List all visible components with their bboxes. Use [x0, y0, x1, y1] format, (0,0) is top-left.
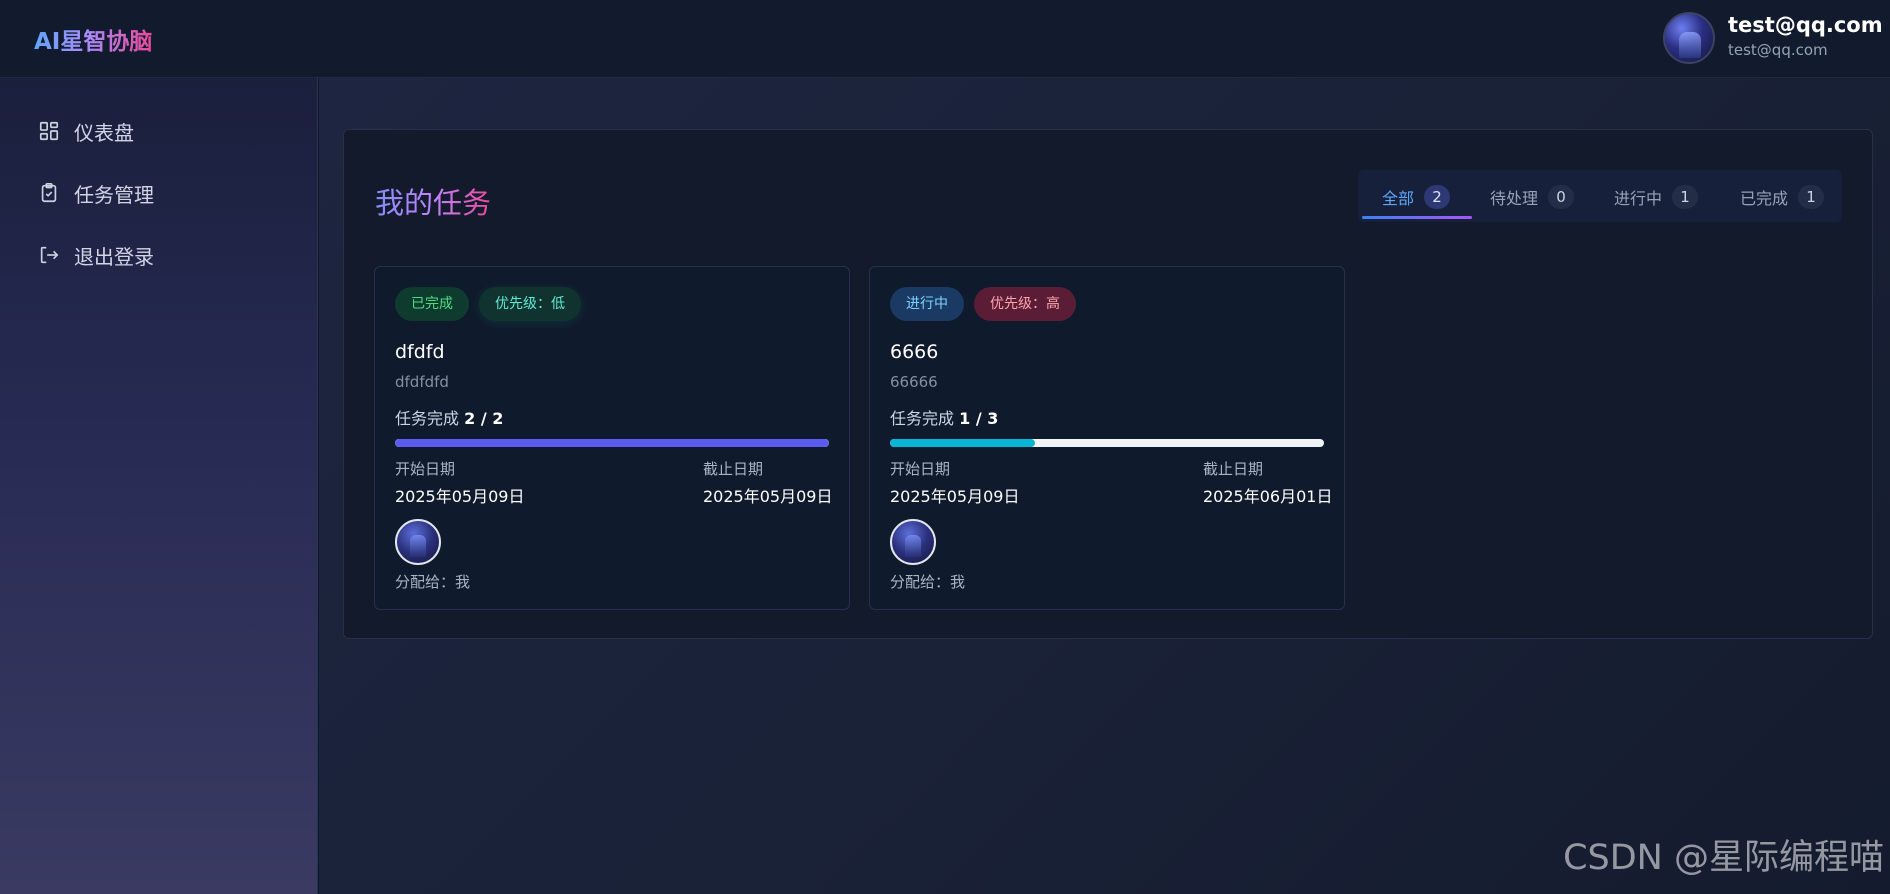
progress-value: 1 / 3: [959, 409, 999, 428]
progress-label: 任务完成: [890, 409, 955, 428]
tab-in-progress[interactable]: 进行中 1: [1614, 180, 1699, 214]
progress-fill: [395, 439, 829, 447]
assignee-avatar: [395, 519, 441, 565]
progress-bar: [395, 439, 829, 447]
top-bar: AI星智协脑 test@qq.com test@qq.com: [0, 0, 1890, 78]
start-date-label: 开始日期: [395, 460, 456, 478]
due-date-label: 截止日期: [703, 460, 764, 478]
assignee-avatar: [890, 519, 936, 565]
start-date: 2025年05月09日: [890, 487, 1020, 506]
status-badge: 已完成: [395, 287, 469, 321]
start-date: 2025年05月09日: [395, 487, 525, 506]
priority-badge: 优先级：低: [479, 287, 581, 321]
active-tab-indicator: [1362, 216, 1472, 219]
task-title: 6666: [890, 341, 939, 363]
due-date: 2025年05月09日: [703, 487, 833, 506]
tab-count: 1: [1672, 185, 1699, 209]
sidebar-item-label: 任务管理: [74, 182, 154, 207]
sidebar-item-dashboard[interactable]: 仪表盘: [38, 116, 298, 146]
tab-label: 待处理: [1490, 189, 1539, 208]
logout-icon: [40, 246, 59, 264]
assignee-text: 分配给：我: [395, 573, 471, 591]
sidebar-item-tasks[interactable]: 任务管理: [38, 178, 298, 208]
progress-text: 任务完成 2 / 2: [395, 405, 503, 429]
assignee-text: 分配给：我: [890, 573, 966, 591]
sidebar-item-logout[interactable]: 退出登录: [38, 240, 298, 270]
clipboard-check-icon: [41, 183, 57, 203]
due-date: 2025年06月01日: [1203, 487, 1333, 506]
tab-count: 0: [1548, 185, 1575, 209]
tab-count: 2: [1424, 185, 1451, 209]
tab-label: 进行中: [1614, 189, 1663, 208]
user-avatar[interactable]: [1663, 12, 1715, 64]
start-date-label: 开始日期: [890, 460, 951, 478]
progress-bar: [890, 439, 1324, 447]
page-title: 我的任务: [375, 180, 491, 222]
task-title: dfdfd: [395, 341, 445, 363]
priority-badge: 优先级：高: [974, 287, 1076, 321]
dashboard-icon: [39, 121, 59, 141]
tab-label: 全部: [1382, 189, 1415, 208]
watermark: CSDN @星际编程喵: [1563, 838, 1884, 878]
tab-completed[interactable]: 已完成 1: [1740, 180, 1825, 214]
task-card[interactable]: 进行中 优先级：高 6666 66666 任务完成 1 / 3 开始日期 202…: [869, 266, 1345, 610]
progress-label: 任务完成: [395, 409, 460, 428]
task-description: 66666: [890, 373, 938, 391]
task-filter-tabs: 全部 2 待处理 0 进行中 1 已完成 1: [1358, 170, 1842, 222]
brand-logo[interactable]: AI星智协脑: [34, 22, 152, 56]
task-card[interactable]: 已完成 优先级：低 dfdfd dfdfdfd 任务完成 2 / 2 开始日期 …: [374, 266, 850, 610]
main-content: 我的任务 全部 2 待处理 0 进行中 1 已完成 1 已完成 优先级：低 df…: [319, 78, 1890, 894]
status-badge: 进行中: [890, 287, 964, 321]
user-email: test@qq.com: [1728, 41, 1828, 59]
sidebar-item-label: 仪表盘: [74, 120, 134, 145]
task-description: dfdfdfd: [395, 373, 449, 391]
sidebar-item-label: 退出登录: [74, 244, 154, 269]
tab-label: 已完成: [1740, 189, 1789, 208]
sidebar: 仪表盘 任务管理 退出登录: [0, 78, 318, 894]
progress-fill: [890, 439, 1035, 447]
tab-count: 1: [1798, 185, 1825, 209]
tab-all[interactable]: 全部 2: [1382, 180, 1451, 214]
tab-pending[interactable]: 待处理 0: [1490, 180, 1575, 214]
user-name: test@qq.com: [1728, 13, 1883, 37]
tasks-panel: 我的任务 全部 2 待处理 0 进行中 1 已完成 1 已完成 优先级：低 df…: [343, 129, 1873, 639]
due-date-label: 截止日期: [1203, 460, 1264, 478]
progress-text: 任务完成 1 / 3: [890, 405, 998, 429]
progress-value: 2 / 2: [464, 409, 504, 428]
